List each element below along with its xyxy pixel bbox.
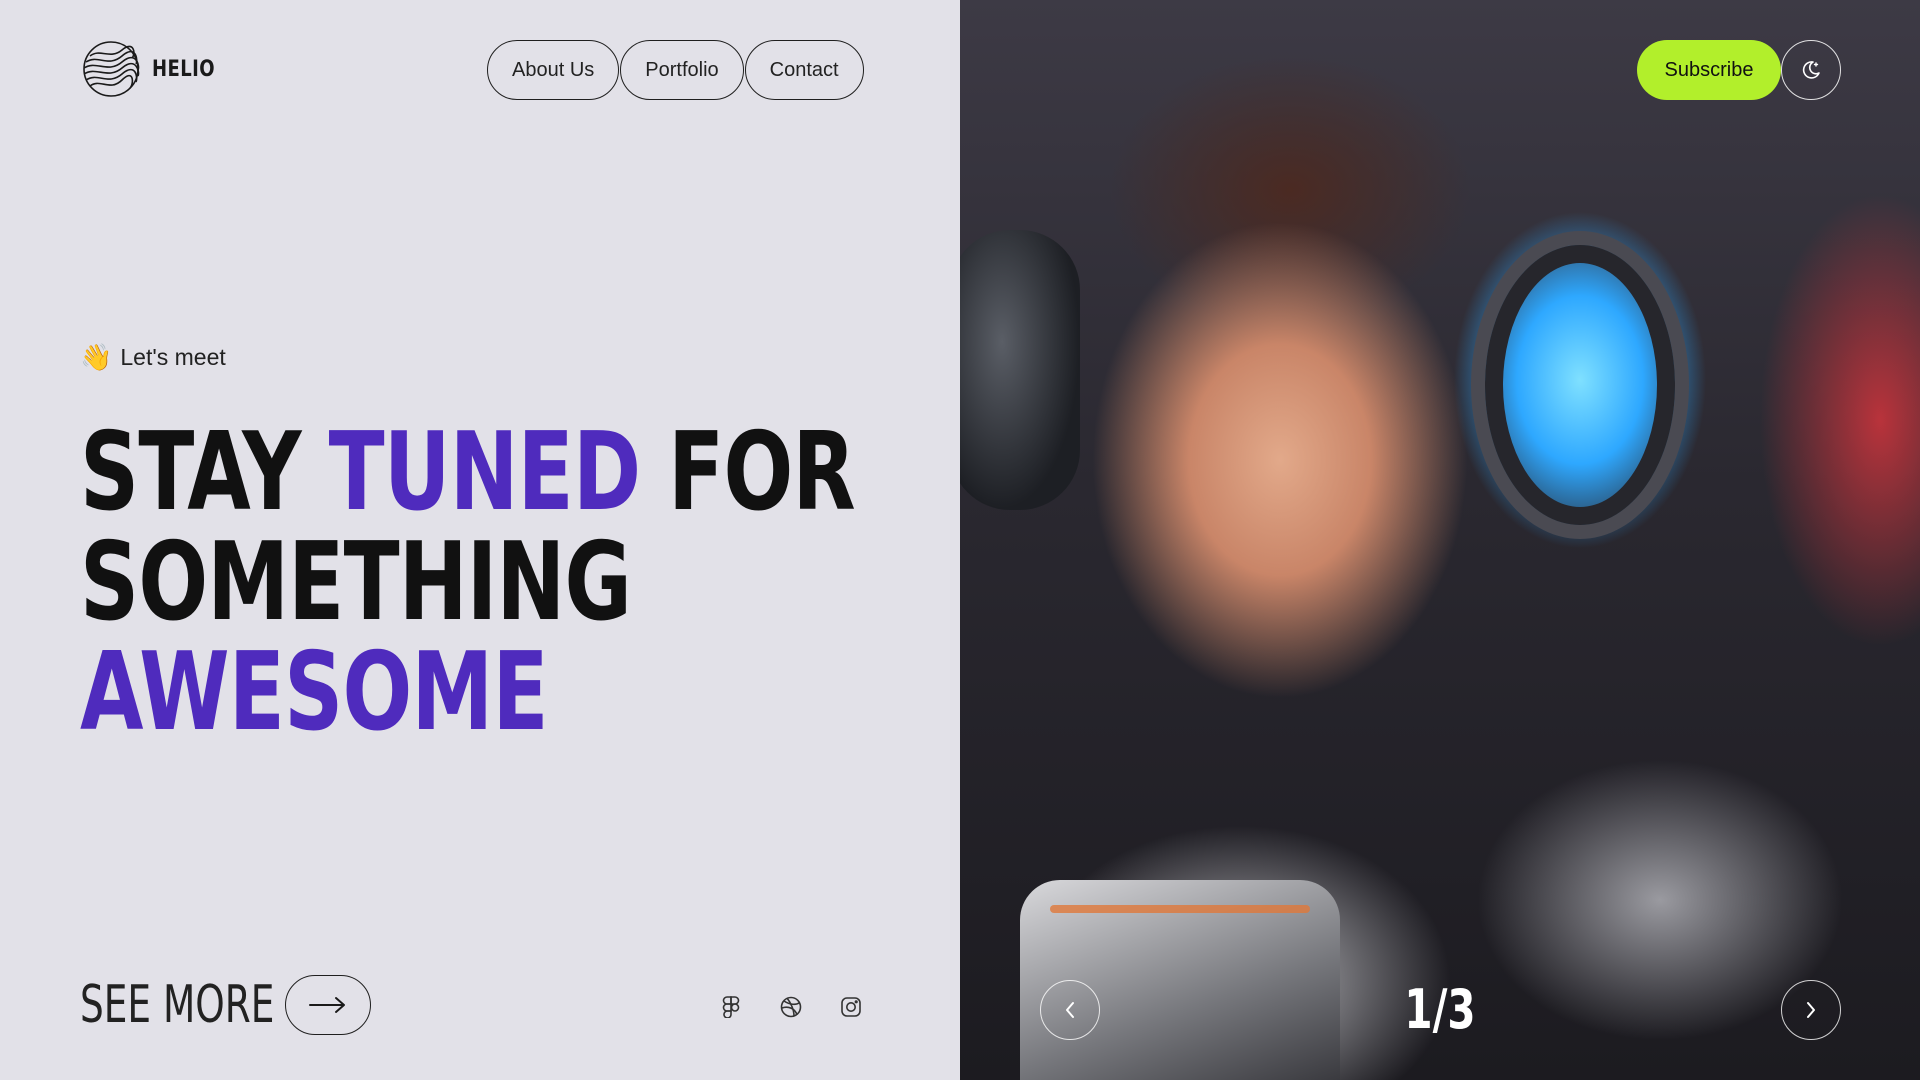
- figma-icon: [722, 996, 740, 1018]
- waving-hand-icon: 👋: [80, 342, 113, 372]
- arrow-right-icon: [309, 997, 345, 1013]
- left-panel: HELIO About Us Portfolio Contact 👋 Let's…: [0, 0, 960, 1080]
- headline-line-3: AWESOME: [80, 630, 549, 755]
- headline-word-stay: STAY: [80, 410, 329, 535]
- headline-word-for: FOR: [640, 410, 856, 535]
- instagram-link[interactable]: [836, 992, 866, 1022]
- main-nav: About Us Portfolio Contact: [487, 40, 864, 100]
- slide-counter: 1/3: [1404, 978, 1476, 1041]
- greeting-text: Let's meet: [120, 344, 226, 370]
- social-links: [716, 992, 866, 1022]
- chevron-left-icon: [1066, 1002, 1074, 1018]
- armor-accent-shape: [1050, 905, 1310, 913]
- nav-portfolio[interactable]: Portfolio: [620, 40, 744, 100]
- nav-about-us[interactable]: About Us: [487, 40, 620, 100]
- see-more-label: SEE MORE: [80, 975, 275, 1035]
- dribbble-icon: [780, 996, 802, 1018]
- brand-logo[interactable]: HELIO: [80, 38, 229, 100]
- greeting: 👋 Let's meet: [80, 342, 226, 373]
- moon-icon: [1802, 61, 1820, 79]
- hero-headline: STAY TUNED FOR SOMETHING AWESOME: [80, 418, 856, 755]
- headline-word-tuned: TUNED: [328, 410, 642, 535]
- see-more-button[interactable]: [285, 975, 371, 1035]
- headline-line-1: STAY TUNED FOR: [80, 418, 856, 528]
- dribbble-link[interactable]: [776, 992, 806, 1022]
- brand-name: HELIO: [152, 56, 216, 82]
- see-more-cta: SEE MORE: [80, 975, 371, 1035]
- headphone-shape: [960, 230, 1080, 510]
- figma-link[interactable]: [716, 992, 746, 1022]
- robot-visor-shape: [1485, 245, 1675, 525]
- headline-line-2: SOMETHING: [80, 520, 632, 645]
- slide-next-button[interactable]: [1781, 980, 1841, 1040]
- theme-toggle-button[interactable]: [1781, 40, 1841, 100]
- hero-image: [960, 0, 1920, 1080]
- subscribe-button[interactable]: Subscribe: [1637, 40, 1781, 100]
- chevron-right-icon: [1807, 1002, 1815, 1018]
- nav-contact[interactable]: Contact: [744, 40, 864, 100]
- slide-prev-button[interactable]: [1040, 980, 1100, 1040]
- wavy-sphere-logo-icon: [83, 41, 140, 97]
- instagram-icon: [841, 997, 861, 1017]
